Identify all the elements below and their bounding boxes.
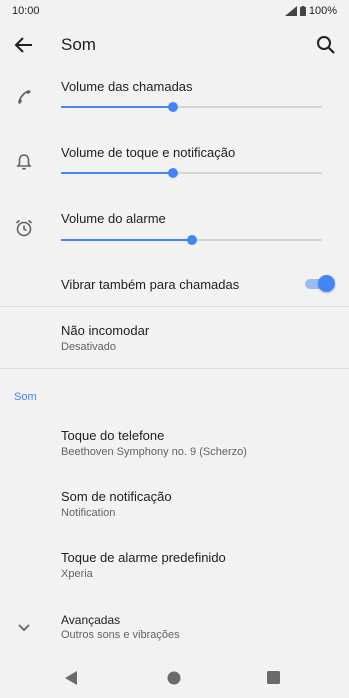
slider-thumb[interactable] <box>168 168 179 178</box>
divider <box>0 368 349 369</box>
dnd-value: Desativado <box>61 341 117 353</box>
volume-calls-slider[interactable] <box>61 100 322 114</box>
navigation-bar <box>0 658 349 698</box>
nav-home-icon[interactable] <box>167 671 181 685</box>
volume-ring-label: Volume de toque e notificação <box>61 145 236 160</box>
alarm-clock-icon <box>15 219 33 237</box>
slider-thumb[interactable] <box>186 235 197 245</box>
volume-alarm-label: Volume do alarme <box>61 211 166 226</box>
ringtone-value: Beethoven Symphony no. 9 (Scherzo) <box>61 446 247 458</box>
volume-alarm-slider[interactable] <box>61 233 322 247</box>
advanced-label: Avançadas <box>61 613 121 627</box>
slider-thumb[interactable] <box>168 102 179 112</box>
alarm-tone-label: Toque de alarme predefinido <box>61 550 226 565</box>
ringtone-label: Toque do telefone <box>61 428 165 443</box>
notification-sound-value: Notification <box>61 507 116 519</box>
signal-icon <box>284 6 297 16</box>
status-icons: 100% <box>284 5 337 17</box>
settings-list: Volume das chamadas Volume de toque e no… <box>0 68 349 658</box>
back-arrow-icon[interactable] <box>12 34 36 56</box>
bell-icon <box>16 154 32 170</box>
volume-calls-label: Volume das chamadas <box>61 79 193 94</box>
phone-icon <box>18 90 31 104</box>
page-title: Som <box>61 35 96 54</box>
search-icon[interactable] <box>315 34 337 56</box>
status-time: 10:00 <box>12 5 40 17</box>
nav-back-icon[interactable] <box>65 671 78 685</box>
vibrate-toggle[interactable] <box>305 275 335 292</box>
volume-ring-slider[interactable] <box>61 166 322 180</box>
divider <box>0 306 349 307</box>
alarm-tone-value: Xperia <box>61 568 93 580</box>
vibrate-label: Vibrar também para chamadas <box>61 277 240 292</box>
notification-sound-label: Som de notificação <box>61 489 172 504</box>
advanced-value: Outros sons e vibrações <box>61 629 180 641</box>
nav-recents-icon[interactable] <box>267 671 280 684</box>
battery-icon <box>299 6 306 16</box>
chevron-down-icon <box>18 624 30 632</box>
section-header-som: Som <box>14 391 37 403</box>
status-bar: 10:00 100% <box>0 0 349 22</box>
dnd-label: Não incomodar <box>61 323 150 338</box>
battery-percent: 100% <box>308 5 337 17</box>
app-bar: Som <box>0 22 349 68</box>
